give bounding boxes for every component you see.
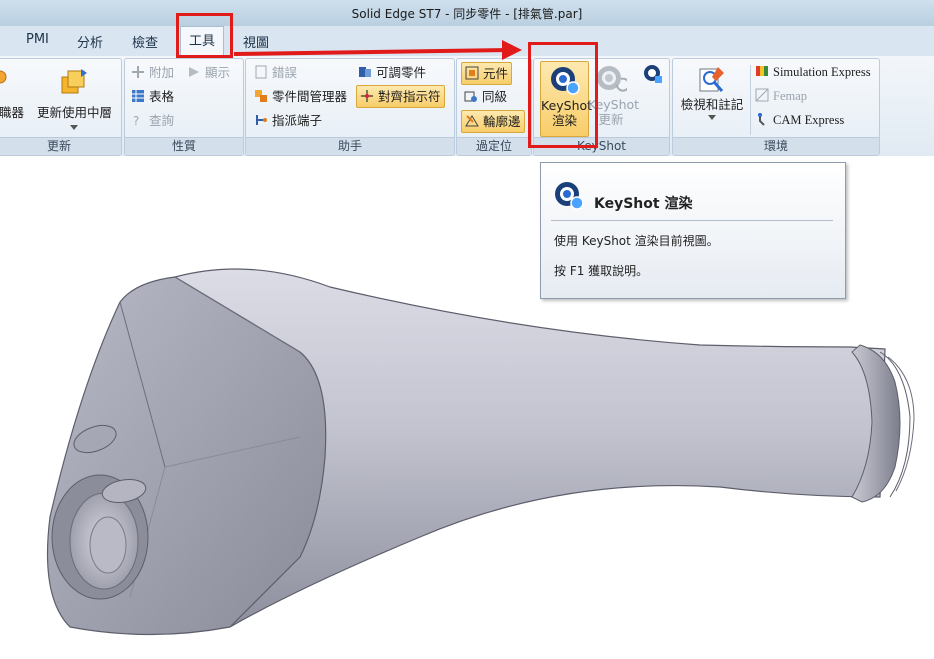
tab-pmi[interactable]: PMI [26,32,49,47]
inspect-annotate-button[interactable]: 檢視和註記 [677,61,747,135]
display-button[interactable]: 顯示 [187,62,230,83]
tab-analysis[interactable]: 分析 [77,32,103,51]
annotation-box-tools-tab [176,13,233,58]
display-icon [189,67,199,77]
group-label-environment: 環境 [673,137,879,155]
keyshot-settings-icon[interactable] [642,63,664,85]
cam-express-button[interactable]: CAM Express [755,110,844,131]
query-button[interactable]: ? 查詢 [131,110,174,131]
update-partial-button[interactable]: 職器 [0,105,24,120]
group-environment: 檢視和註記 Simulation Express Femap CAM Expre… [672,58,880,156]
keyshot-tooltip: KeyShot 渲染 使用 KeyShot 渲染目前視圖。 按 F1 獲取說明。 [540,162,846,299]
tooltip-divider [551,220,833,221]
interpart-manager-icon [255,90,267,102]
interpart-manager-button[interactable]: 零件間管理器 [254,86,347,107]
update-layer-icon [61,69,87,94]
annotation-arrow [233,40,522,60]
ribbon: 職器 更新使用中層 更新 附加 顯示 表格 ? 查詢 性質 錯誤 可調零件 零件… [0,56,934,156]
adjustable-part-icon [359,67,371,77]
svg-text:?: ? [133,114,139,127]
window-title: Solid Edge ST7 - 同步零件 - [排氣管.par] [351,7,583,21]
tooltip-help: 按 F1 獲取說明。 [554,264,649,278]
contour-edge-icon [465,115,479,127]
same-level-icon [464,91,477,102]
femap-button[interactable]: Femap [755,86,807,107]
group-update: 職器 更新使用中層 更新 [0,58,122,156]
tooltip-description: 使用 KeyShot 渲染目前視圖。 [554,234,719,248]
adjustable-part-button[interactable]: 可調零件 [358,62,426,83]
crosshair-icon [361,90,373,102]
group-assistants: 錯誤 可調零件 零件間管理器 對齊指示符 指派端子 助手 [245,58,455,156]
inspect-annotate-label: 檢視和註記 [680,97,744,112]
same-level-button[interactable]: 同級 [464,86,507,107]
annotation-box-keyshot-button [528,42,598,148]
group-label-assistants: 助手 [246,137,454,155]
group-label-filter: 過定位 [457,137,531,155]
alignment-indicator-button[interactable]: 對齊指示符 [356,85,445,108]
inspect-annotate-icon [699,67,724,92]
cam-express-icon [758,113,765,126]
chevron-down-icon [70,125,78,130]
tooltip-title: KeyShot 渲染 [594,196,693,212]
group-label-properties: 性質 [125,137,243,155]
group-label-update: 更新 [0,137,121,155]
keyshot-update-icon [597,66,627,92]
group-divider [750,65,751,135]
simulation-express-icon [756,66,768,76]
errors-icon [255,65,267,79]
tab-inspect[interactable]: 檢查 [132,32,158,51]
title-bar: Solid Edge ST7 - 同步零件 - [排氣管.par] [0,0,934,27]
simulation-express-button[interactable]: Simulation Express [755,62,871,83]
table-button[interactable]: 表格 [131,86,174,107]
component-button[interactable]: 元件 [461,62,513,85]
query-icon: ? [133,114,139,127]
component-icon [465,66,479,80]
partial-icon [0,70,7,84]
keyshot-icon [555,182,584,210]
update-active-layer-button[interactable]: 更新使用中層 [37,105,112,120]
chevron-down-icon [708,115,716,120]
assign-terminal-button[interactable]: 指派端子 [254,110,322,131]
errors-button[interactable]: 錯誤 [254,62,297,83]
attach-icon [132,66,144,78]
contour-edge-button[interactable]: 輪廓邊 [461,110,525,133]
group-properties: 附加 顯示 表格 ? 查詢 性質 [124,58,244,156]
assign-terminal-icon [256,115,267,125]
table-icon [132,90,144,102]
femap-icon [755,88,769,102]
attach-button[interactable]: 附加 [131,62,174,83]
group-filter: 元件 同級 輪廓邊 過定位 [456,58,532,156]
